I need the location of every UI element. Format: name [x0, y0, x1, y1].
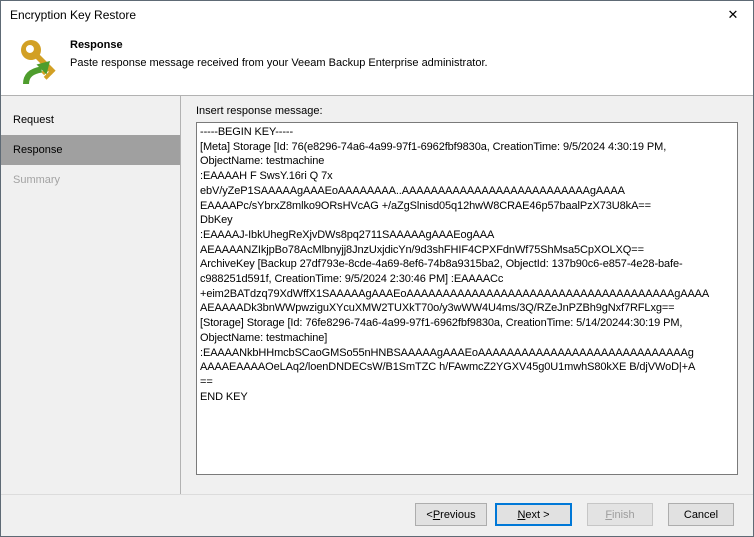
cancel-button[interactable]: Cancel: [668, 503, 734, 526]
wizard-header: Response Paste response message received…: [1, 29, 753, 96]
sidebar-item-request[interactable]: Request: [1, 105, 180, 135]
header-text: Response Paste response message received…: [70, 37, 488, 69]
finish-button-post: inish: [612, 508, 635, 521]
next-button-post: ext >: [525, 508, 550, 521]
next-button-accel: N: [517, 508, 526, 521]
previous-button-accel: P: [432, 508, 441, 521]
response-message-label: Insert response message:: [196, 105, 323, 117]
title-bar: Encryption Key Restore: [1, 1, 753, 29]
encryption-key-restore-dialog: Encryption Key Restore ✕ Response Paste …: [0, 0, 754, 537]
finish-button-accel: F: [605, 508, 613, 521]
encryption-key-icon: [17, 37, 61, 87]
sidebar-item-response[interactable]: Response: [1, 135, 180, 165]
previous-button[interactable]: < Previous: [415, 503, 487, 526]
step-subtitle: Paste response message received from you…: [70, 57, 488, 69]
close-icon[interactable]: ✕: [713, 1, 753, 29]
finish-button: Finish: [587, 503, 653, 526]
main-panel: Insert response message: -----BEGIN KEY-…: [181, 96, 753, 494]
step-title: Response: [70, 39, 123, 51]
wizard-body: Request Response Summary Insert response…: [1, 96, 753, 494]
cancel-button-post: Cancel: [683, 508, 719, 521]
window-title: Encryption Key Restore: [10, 8, 137, 22]
button-bar: < Previous Next > Finish Cancel: [1, 494, 753, 536]
response-message-textarea[interactable]: -----BEGIN KEY----- [Meta] Storage [Id: …: [196, 122, 738, 475]
next-button[interactable]: Next >: [495, 503, 572, 526]
wizard-steps-sidebar: Request Response Summary: [1, 96, 181, 494]
sidebar-item-summary: Summary: [13, 174, 61, 186]
previous-button-post: revious: [440, 508, 476, 521]
